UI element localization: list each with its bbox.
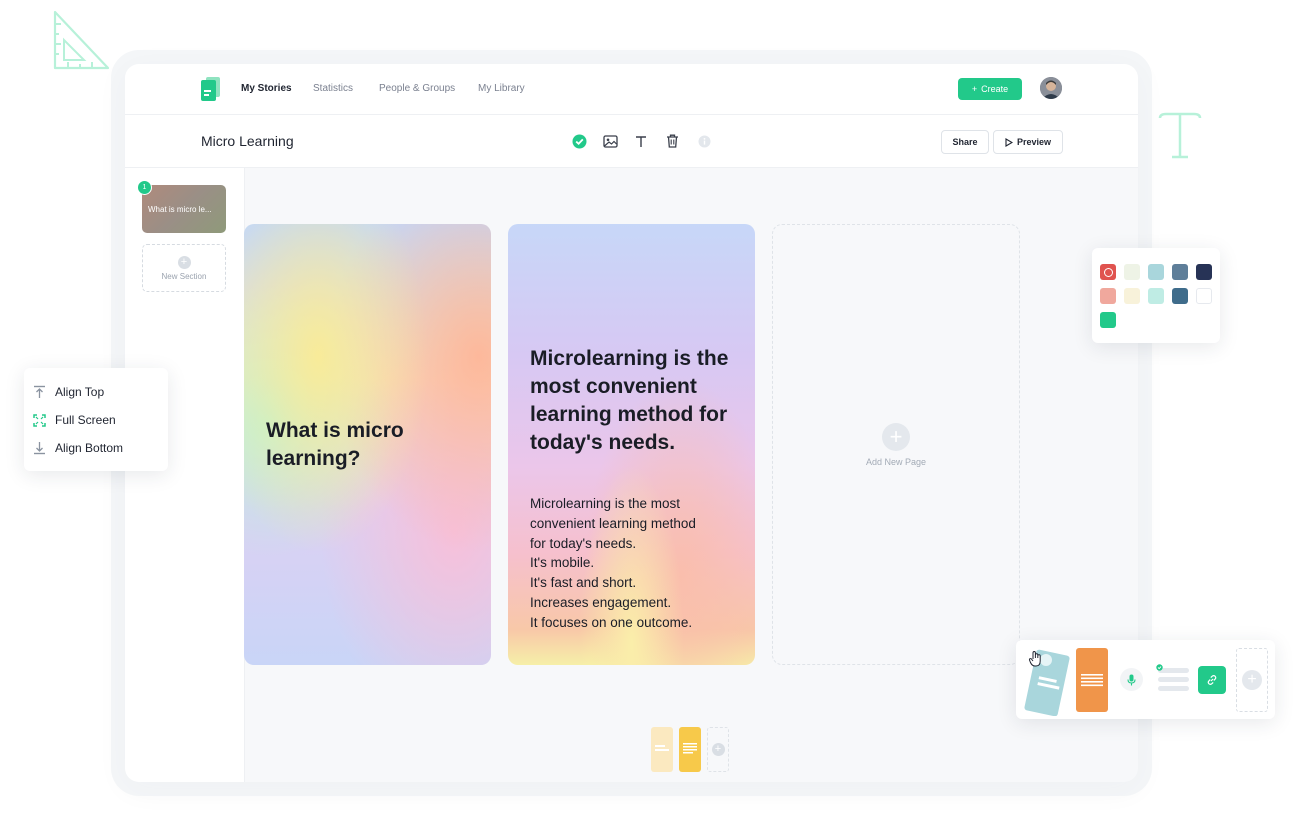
section-thumbnail-label: What is micro le... (148, 204, 212, 214)
body-line: It's fast and short. (530, 575, 637, 591)
body-line: It's mobile. (530, 555, 595, 571)
nav-my-stories[interactable]: My Stories (241, 83, 292, 94)
color-swatch[interactable] (1100, 288, 1116, 304)
add-block-button[interactable]: + (1236, 648, 1268, 712)
plus-icon: + (711, 743, 725, 756)
preview-button-label: Preview (1016, 137, 1052, 147)
microphone-icon[interactable] (1120, 668, 1143, 691)
create-button[interactable]: + Create (958, 78, 1022, 100)
page-strip-add-button[interactable]: + (707, 727, 729, 772)
color-swatch-selected[interactable] (1100, 264, 1116, 280)
nav-statistics[interactable]: Statistics (313, 83, 353, 94)
info-icon[interactable] (696, 133, 712, 149)
align-top-icon (34, 385, 45, 398)
body-line: convenient learning method (530, 515, 696, 531)
page-strip-thumb[interactable] (651, 727, 673, 772)
block-picker: + (1016, 640, 1275, 719)
plus-icon: + (971, 84, 978, 94)
image-icon[interactable] (602, 133, 618, 149)
app-window: My Stories Statistics People & Groups My… (125, 64, 1138, 782)
align-bottom-icon (34, 442, 45, 455)
avatar[interactable] (1040, 77, 1062, 99)
new-section-button[interactable]: + New Section (142, 244, 226, 292)
story-title[interactable]: Micro Learning (201, 133, 294, 149)
preview-button[interactable]: Preview (993, 130, 1063, 154)
plus-icon: + (1242, 670, 1262, 690)
plus-icon: + (177, 255, 191, 269)
body-line: It focuses on one outcome. (530, 614, 693, 630)
list-block-icon[interactable] (1155, 664, 1189, 694)
body-line: for today's needs. (530, 535, 637, 551)
share-button[interactable]: Share (941, 130, 989, 154)
nav-people-groups[interactable]: People & Groups (379, 83, 455, 94)
create-button-label: Create (981, 84, 1009, 94)
color-palette (1092, 248, 1220, 343)
check-icon[interactable] (571, 133, 587, 149)
section-thumbnail[interactable]: What is micro le... (142, 185, 226, 233)
align-bottom-option[interactable]: Align Bottom (33, 440, 123, 456)
link-block-icon[interactable] (1198, 666, 1226, 694)
page-title[interactable]: What is micro learning? (266, 417, 466, 473)
section-number-badge: 1 (137, 180, 152, 195)
page-title[interactable]: Microlearning is the most convenient lea… (530, 345, 740, 457)
color-swatch[interactable] (1124, 264, 1140, 280)
align-top-label: Align Top (55, 385, 105, 399)
hand-cursor-icon (1028, 650, 1041, 667)
app-logo[interactable] (201, 77, 221, 101)
add-new-page-button[interactable]: + Add New Page (772, 224, 1020, 665)
color-swatch[interactable] (1172, 288, 1188, 304)
page-strip-thumb[interactable] (679, 727, 701, 772)
color-swatch[interactable] (1196, 264, 1212, 280)
text-icon[interactable] (633, 133, 649, 149)
sections-sidebar: What is micro le... 1 + New Section (125, 168, 245, 782)
color-swatch[interactable] (1124, 288, 1140, 304)
editor-toolbar: Micro Learning Share Preview (125, 115, 1138, 168)
page-body-text[interactable]: Microlearning is the most convenient lea… (530, 494, 740, 633)
add-new-page-label: Add New Page (865, 456, 927, 467)
nav-my-library[interactable]: My Library (478, 83, 525, 94)
align-menu: Align Top Full Screen Align Bottom (24, 368, 168, 471)
full-screen-icon (33, 413, 46, 427)
play-icon (1005, 137, 1013, 147)
color-swatch[interactable] (1196, 288, 1212, 304)
user-photo (1040, 77, 1062, 99)
trash-icon[interactable] (664, 133, 680, 149)
story-page-2[interactable]: Microlearning is the most convenient lea… (508, 224, 755, 665)
full-screen-option[interactable]: Full Screen (33, 412, 116, 428)
body-line: Increases engagement. (530, 594, 672, 610)
plus-icon: + (882, 422, 910, 451)
top-navigation: My Stories Statistics People & Groups My… (125, 64, 1138, 115)
body-line: Microlearning is the most (530, 496, 681, 511)
text-block-icon[interactable] (1076, 648, 1108, 712)
share-button-label: Share (952, 137, 978, 147)
full-screen-label: Full Screen (55, 413, 116, 427)
selected-indicator-icon (1103, 267, 1113, 277)
color-swatch[interactable] (1172, 264, 1188, 280)
ruler-triangle-icon (53, 10, 110, 70)
color-swatch[interactable] (1100, 312, 1116, 328)
align-bottom-label: Align Bottom (55, 441, 124, 455)
text-cursor-icon (1158, 112, 1202, 159)
color-swatch[interactable] (1148, 264, 1164, 280)
align-top-option[interactable]: Align Top (33, 384, 104, 400)
new-section-label: New Section (161, 271, 207, 281)
story-page-1[interactable]: What is micro learning? (244, 224, 491, 665)
color-swatch[interactable] (1148, 288, 1164, 304)
